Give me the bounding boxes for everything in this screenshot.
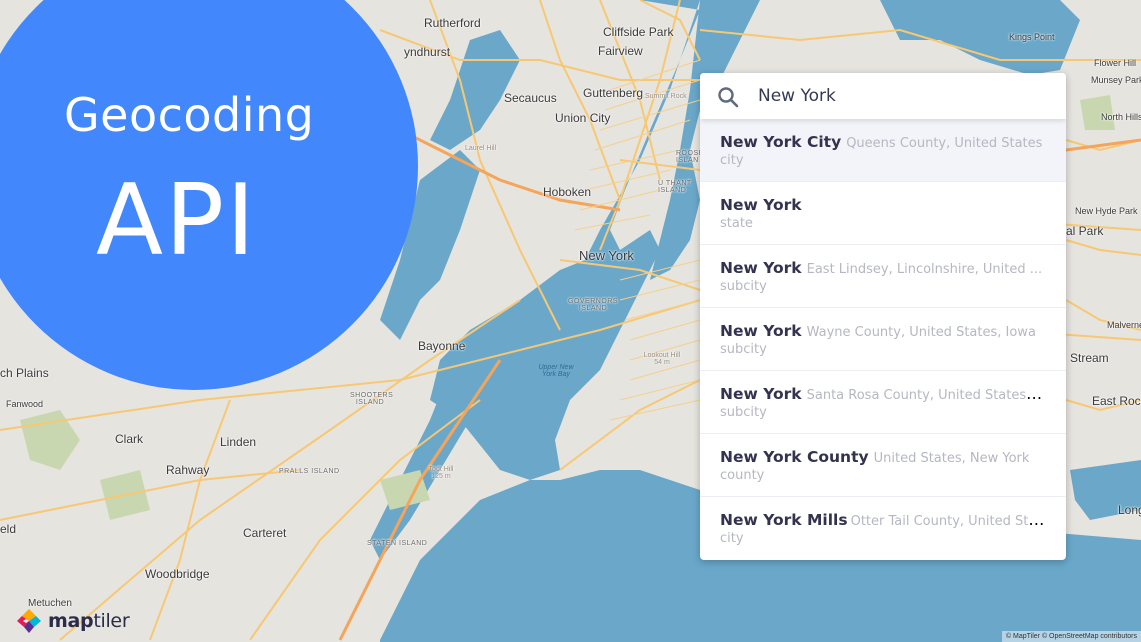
map-label-rahway: Rahway [166,463,210,477]
result-type: state [720,216,753,231]
map-label-guttenberg: Guttenberg [583,86,644,100]
map-label-long-beach: Long [1118,503,1141,517]
result-item[interactable]: New York Mills Otter Tail County, United … [700,497,1066,560]
map-label-todt-hill: Todt Hill 125 m [428,466,454,480]
hero-subtitle: Geocoding [64,88,315,142]
map-label-fanwood: Fanwood [6,399,44,409]
map-label-new-hyde-park: New Hyde Park [1075,206,1138,216]
map-label-governors-island: GOVERNORS ISLAND [568,298,619,312]
map-label-flower-hill: Flower Hill [1094,58,1137,68]
result-item[interactable]: New York Wayne County, United States, Iow… [700,308,1066,371]
map-label-lookout-hill: Lookout Hill 54 m [643,352,681,366]
map-label-staten-island: STATEN ISLAND [367,540,428,547]
result-type: city [720,531,744,546]
map-label-upper-bay: Upper New York Bay [538,364,574,378]
map-label-new-york: New York [579,248,634,263]
result-context: East Lindsey, Lincolnshire, United ... [806,262,1043,277]
map-label-east-rockaway: East Rock [1092,394,1141,408]
map-label-malverne: Malverne [1107,320,1141,330]
map-label-valley-stream: Stream [1070,351,1109,365]
search-icon[interactable] [716,85,740,109]
map-label-north-hills: North Hills [1101,112,1141,122]
map-label-clark: Clark [115,432,144,446]
map-label-secaucus: Secaucus [504,91,557,105]
map-label-scotch-plains: ch Plains [0,366,49,380]
map-label-linden: Linden [220,435,257,449]
map-label-laurel-hill: Laurel Hill [465,145,497,152]
result-context: Santa Rosa County, United States, ... [806,388,1046,403]
geocoding-search-panel: New York City Queens County, United State… [700,73,1066,560]
map-label-u-thant-island: U THANT ISLAND [658,180,692,194]
result-type: subcity [720,279,767,294]
maptiler-logo-icon [17,609,41,633]
result-item[interactable]: New York County United States, New York c… [700,434,1066,497]
result-name: New York [720,259,802,277]
result-item[interactable]: New York East Lindsey, Lincolnshire, Unit… [700,245,1066,308]
result-type: city [720,153,744,168]
map-label-rutherford: Rutherford [424,16,481,30]
result-type: subcity [720,405,767,420]
result-name: New York City [720,133,842,151]
result-context: Otter Tail County, United Sta... [850,514,1046,529]
result-name: New York [720,322,802,340]
map-attribution[interactable]: © MapTiler © OpenStreetMap contributors [1001,631,1141,642]
map-label-woodbridge: Woodbridge [145,567,210,581]
map-label-bayonne: Bayonne [418,339,466,353]
map-label-fairview: Fairview [598,44,643,58]
result-name: New York County [720,448,869,466]
result-name: New York Mills [720,511,848,529]
map-label-floral-park: al Park [1066,224,1104,238]
result-item[interactable]: New York Santa Rosa County, United States… [700,371,1066,434]
maptiler-logo-text: maptiler [48,610,130,632]
map-label-union-city: Union City [555,111,611,125]
result-item[interactable]: New York City Queens County, United State… [700,119,1066,182]
hero-title: API [96,164,258,278]
result-item[interactable]: New York state [700,182,1066,245]
map-label-kings-point: Kings Point [1009,32,1055,42]
result-context: Queens County, United States [846,136,1043,151]
map-label-hoboken: Hoboken [543,185,592,199]
map-label-shooters-island: SHOOTERS ISLAND [350,392,394,406]
search-input[interactable] [758,81,1048,111]
map-label-summit-rock: Summit Rock [645,93,687,100]
map-label-munsey-park: Munsey Park [1091,75,1141,85]
result-type: subcity [720,342,767,357]
map-label-carteret: Carteret [243,526,287,540]
result-context: Wayne County, United States, Iowa [806,325,1036,340]
search-bar [700,73,1066,119]
result-name: New York [720,385,802,403]
map-label-lyndhurst: yndhurst [404,45,451,59]
result-context: United States, New York [873,451,1030,466]
result-type: county [720,468,765,483]
result-name: New York [720,196,802,214]
map-label-westfield: eld [0,522,17,536]
results-list: New York City Queens County, United State… [700,119,1066,560]
maptiler-logo[interactable]: maptiler [16,608,130,634]
map-label-pralls-island: PRALLS ISLAND [279,468,340,475]
map-label-cliffside-park: Cliffside Park [603,25,674,39]
